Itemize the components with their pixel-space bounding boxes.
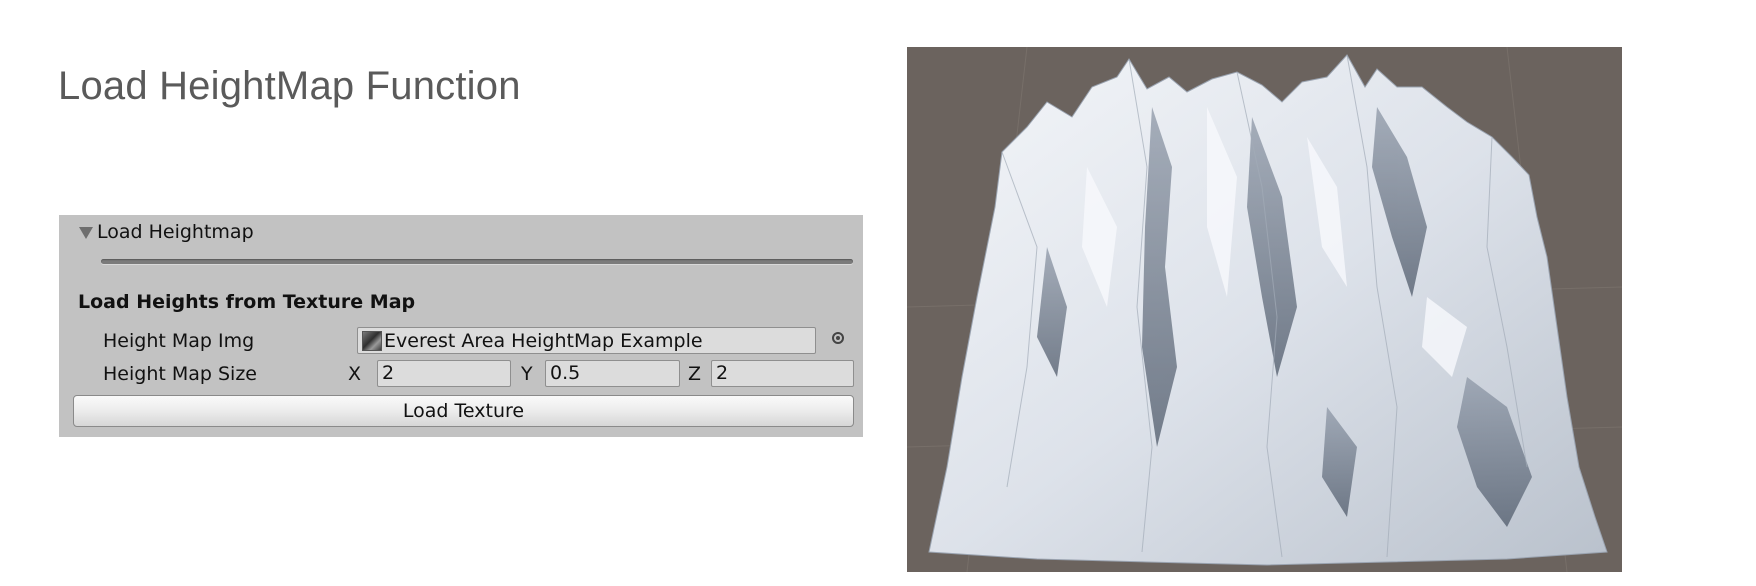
height-map-img-value: Everest Area HeightMap Example [384,329,703,352]
size-x-label: X [348,363,362,385]
size-z-input[interactable]: 2 [711,360,854,387]
terrain-render [907,47,1622,572]
size-x-input[interactable]: 2 [377,360,511,387]
inspector-panel: Load Heightmap Load Heights from Texture… [59,215,863,437]
foldout-arrow-icon[interactable] [79,227,93,239]
load-texture-button[interactable]: Load Texture [73,395,854,427]
texture-thumbnail-icon [362,330,382,351]
height-map-img-field[interactable]: Everest Area HeightMap Example [357,327,816,354]
size-z-label: Z [688,363,702,385]
page: Load HeightMap Function Load Heightmap L… [0,0,1756,586]
page-title: Load HeightMap Function [58,64,521,108]
object-picker-icon[interactable] [832,332,844,344]
section-header: Load Heights from Texture Map [78,291,416,313]
separator-line [101,259,853,264]
load-heightmap-foldout[interactable]: Load Heightmap [79,221,254,243]
height-map-size-label: Height Map Size [103,363,257,385]
height-map-img-label: Height Map Img [103,330,255,352]
size-y-label: Y [521,363,533,385]
foldout-label: Load Heightmap [97,221,254,243]
size-y-input[interactable]: 0.5 [545,360,680,387]
scene-viewport[interactable] [907,47,1622,572]
